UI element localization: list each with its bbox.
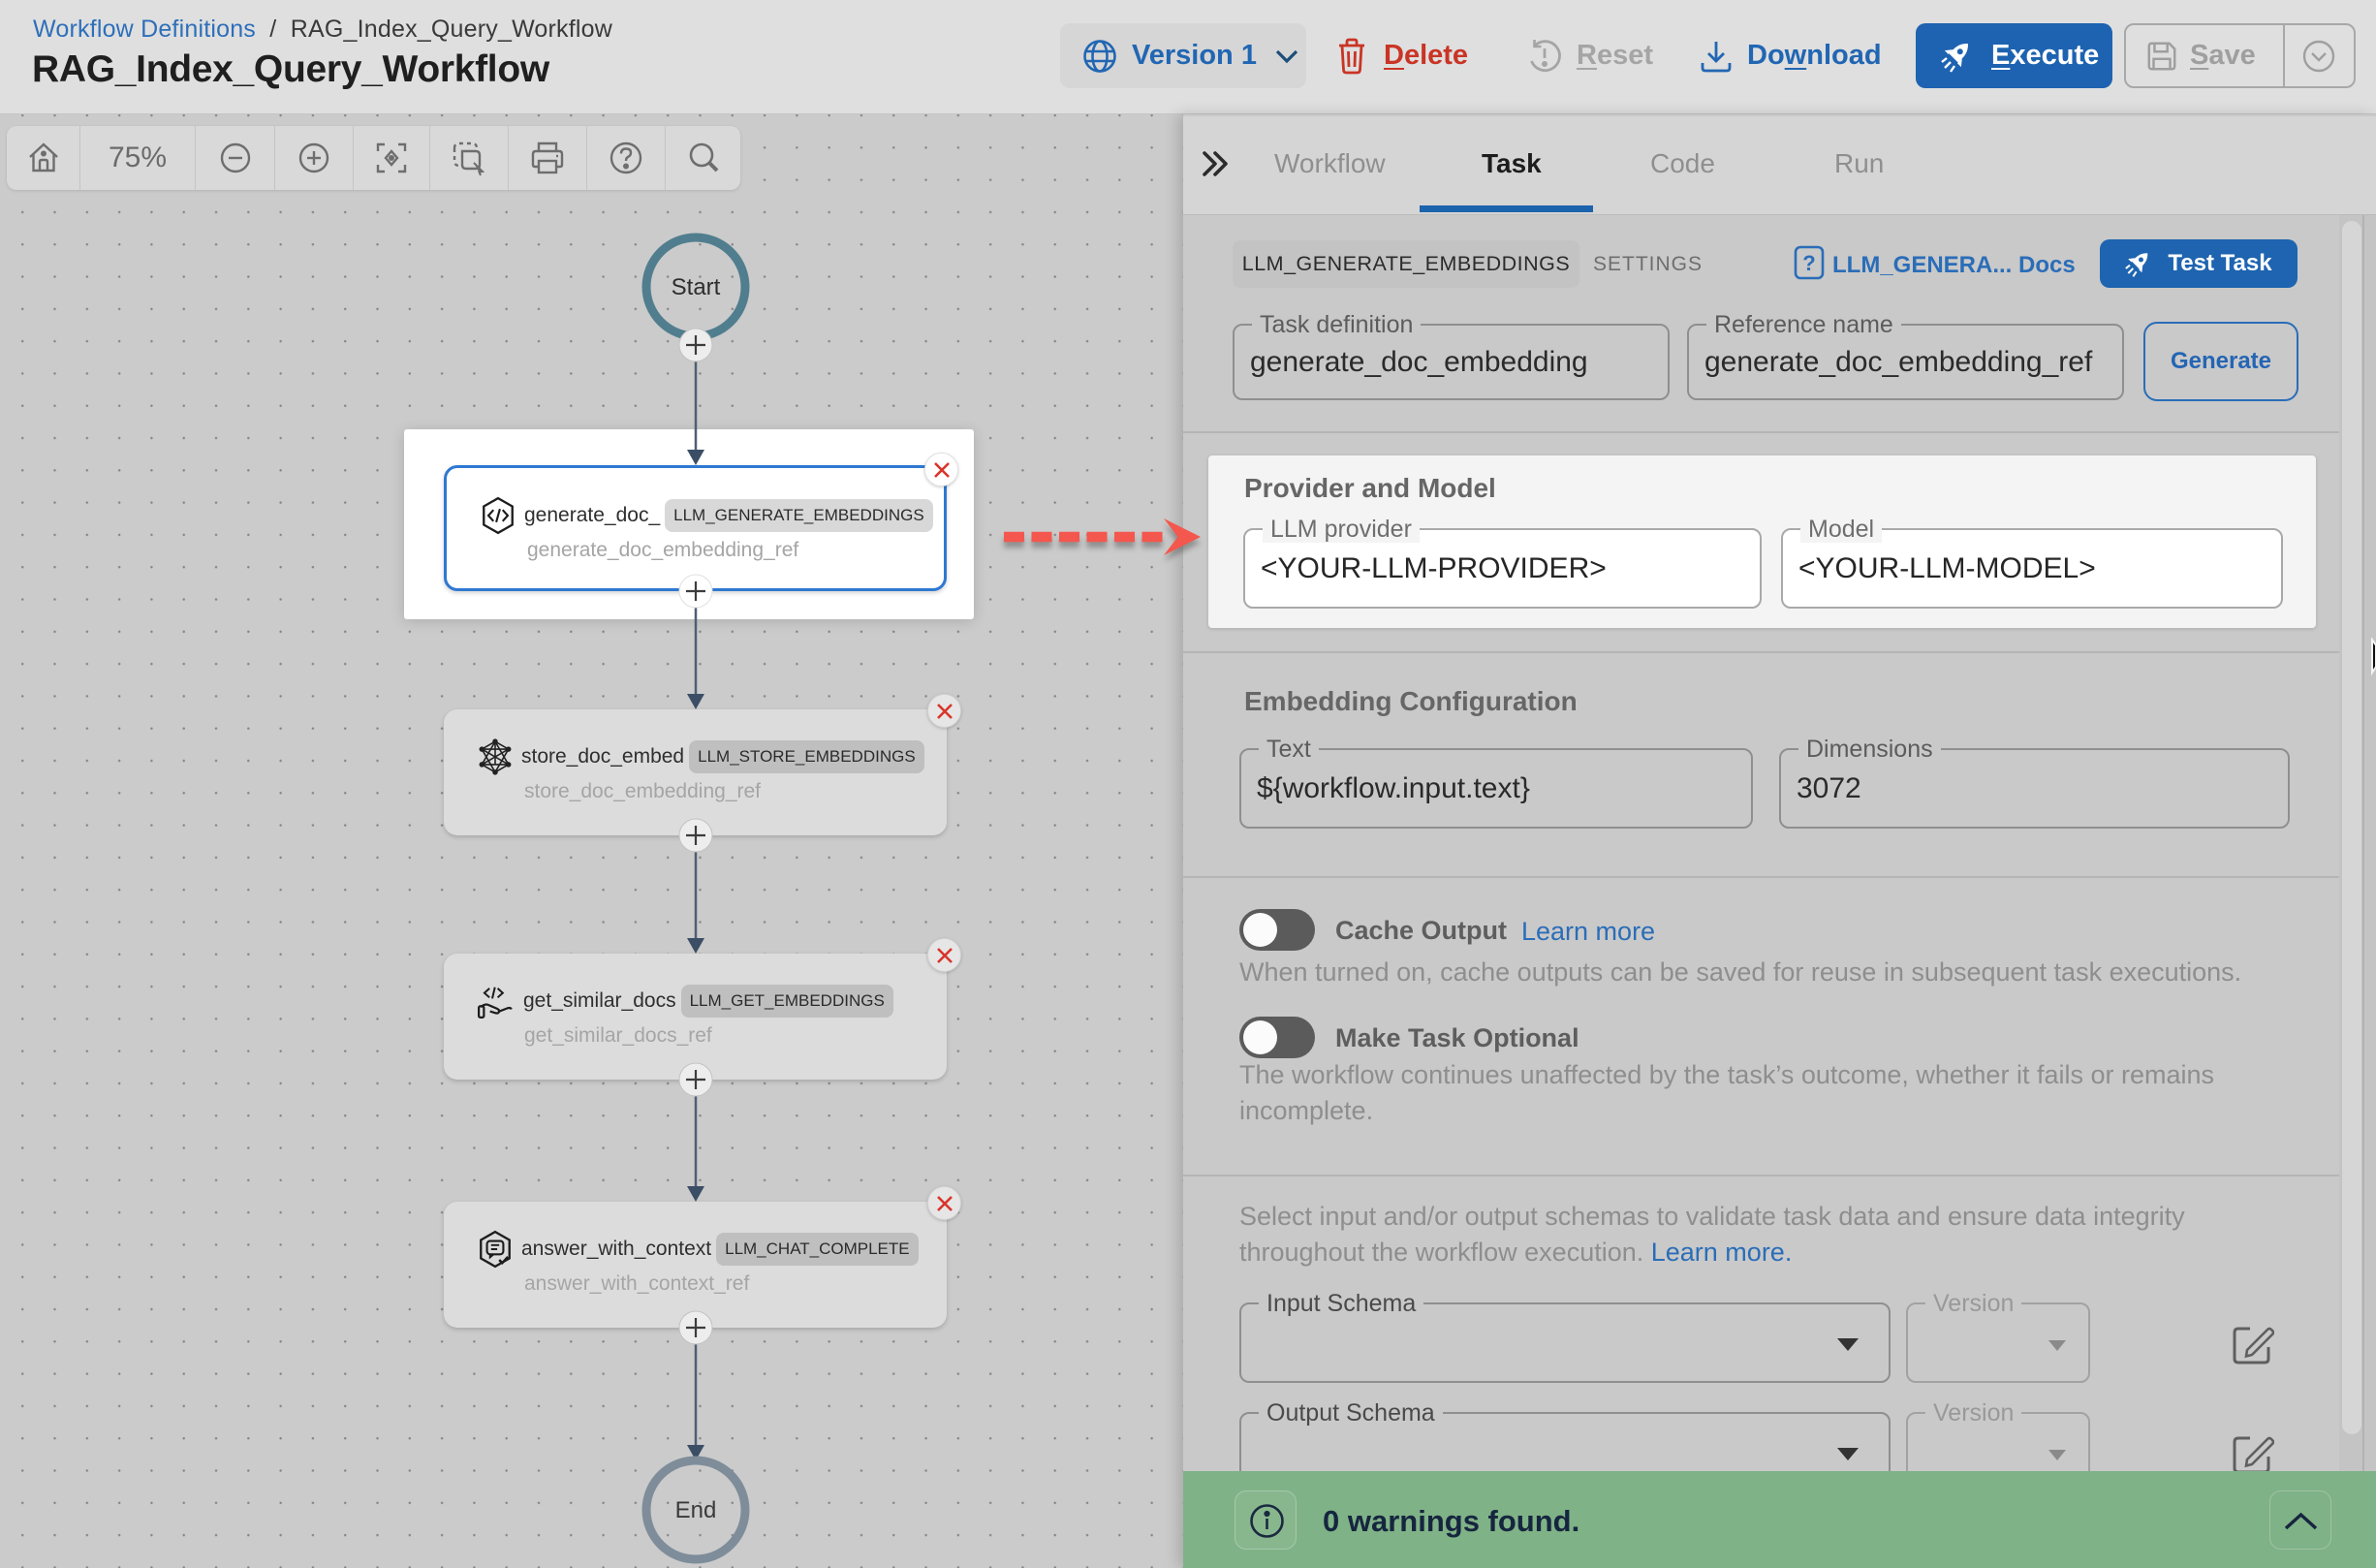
svg-text:?: ? — [1802, 251, 1815, 275]
